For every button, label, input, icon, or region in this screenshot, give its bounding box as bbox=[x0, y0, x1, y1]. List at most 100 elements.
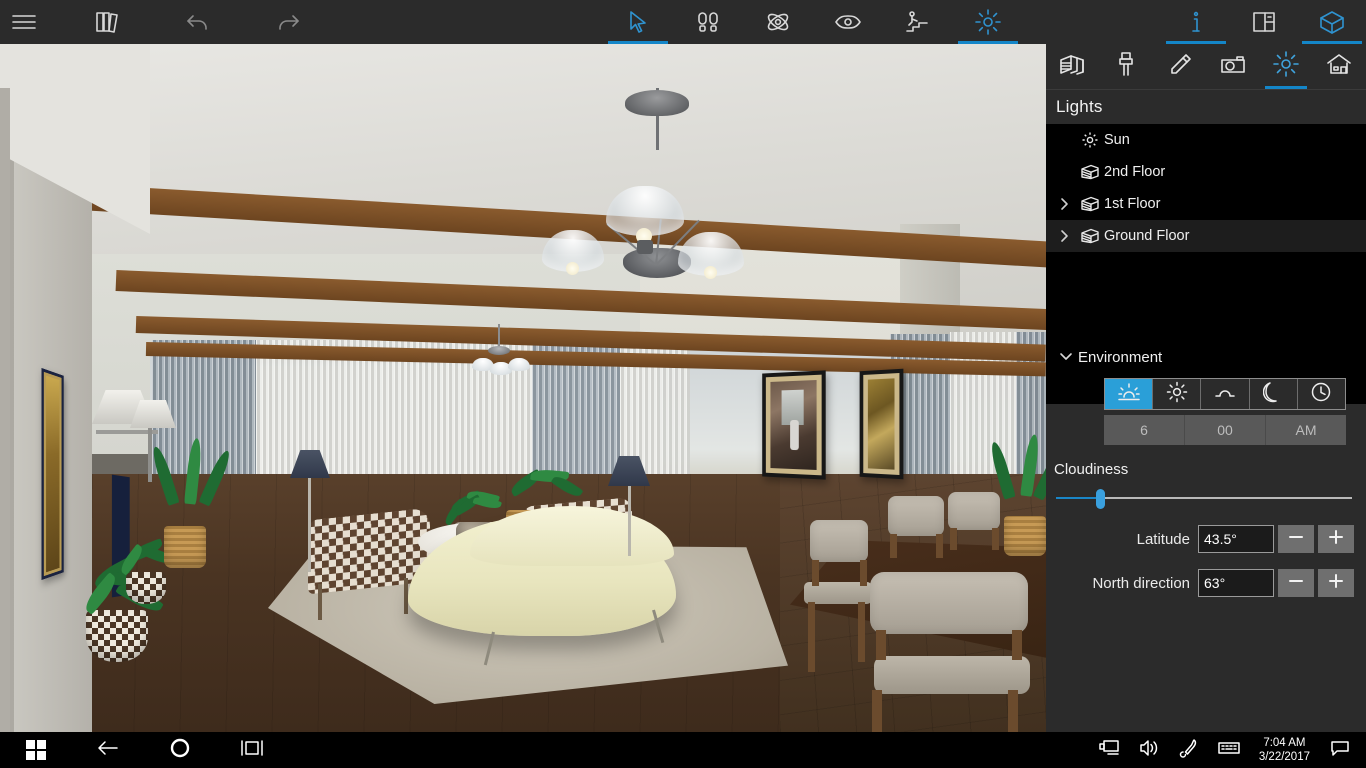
books-icon bbox=[94, 10, 124, 34]
dining-chair-front bbox=[862, 572, 1032, 732]
view-tool-button[interactable] bbox=[814, 0, 882, 44]
speech-bubble-icon bbox=[1329, 738, 1351, 763]
tree-row-1st-floor[interactable]: 1st Floor bbox=[1046, 188, 1366, 220]
latitude-input[interactable]: 43.5° bbox=[1198, 525, 1274, 553]
time-fields: 6 00 AM bbox=[1104, 415, 1346, 445]
cloudiness-slider[interactable] bbox=[1056, 487, 1352, 509]
latitude-decrement-button[interactable] bbox=[1278, 525, 1314, 553]
hamburger-menu-button[interactable] bbox=[0, 0, 48, 44]
undo-button[interactable] bbox=[164, 0, 232, 44]
action-center-button[interactable] bbox=[1320, 732, 1360, 768]
tree-row-2nd-floor[interactable]: 2nd Floor bbox=[1046, 156, 1366, 188]
preset-night-button[interactable] bbox=[1249, 379, 1298, 409]
chandelier-bulb bbox=[704, 266, 717, 279]
tree-row-ground-floor[interactable]: Ground Floor bbox=[1046, 220, 1366, 252]
environment-section: Environment 6 00 AM Cloudiness Latitude … bbox=[1046, 334, 1366, 597]
undo-icon bbox=[184, 11, 212, 33]
taskbar-tray: 7:04 AM 3/22/2017 bbox=[1089, 732, 1366, 768]
footprints-icon bbox=[695, 10, 721, 34]
latitude-increment-button[interactable] bbox=[1318, 525, 1354, 553]
start-button[interactable] bbox=[0, 732, 72, 768]
chevron-right-icon[interactable] bbox=[1054, 228, 1076, 244]
display-tray-icon[interactable] bbox=[1089, 732, 1129, 768]
time-meridiem-field[interactable]: AM bbox=[1266, 415, 1346, 445]
chandelier-canopy bbox=[625, 90, 689, 116]
3d-view-button[interactable] bbox=[1298, 0, 1366, 44]
lights-tree: Sun 2nd Floor 1st Floor Ground Floor bbox=[1046, 124, 1366, 404]
north-direction-increment-button[interactable] bbox=[1318, 569, 1354, 597]
stairs-tool-button[interactable] bbox=[884, 0, 952, 44]
potted-plant bbox=[126, 572, 166, 604]
toolbar-right-group bbox=[1126, 0, 1366, 44]
clock-date: 3/22/2017 bbox=[1258, 751, 1310, 763]
tab-draw[interactable] bbox=[1153, 44, 1206, 89]
tab-camera[interactable] bbox=[1206, 44, 1259, 89]
tree-row-label: Sun bbox=[1104, 132, 1130, 148]
environment-section-header[interactable]: Environment bbox=[1046, 342, 1366, 372]
wall-icon bbox=[1058, 52, 1088, 81]
eye-icon bbox=[834, 12, 862, 32]
application-window: Lights Sun 2nd Floor 1st Floor Ground Fl… bbox=[0, 0, 1366, 768]
monitor-icon bbox=[1098, 738, 1120, 763]
floor-slab-icon bbox=[1076, 195, 1104, 213]
pen-tray-icon[interactable] bbox=[1169, 732, 1209, 768]
person-stairs-icon bbox=[905, 10, 931, 34]
minus-icon bbox=[1287, 572, 1305, 595]
chandelier bbox=[542, 88, 744, 298]
sun-icon bbox=[1166, 381, 1188, 408]
3d-viewport[interactable] bbox=[0, 44, 1046, 732]
preset-sunrise-button[interactable] bbox=[1105, 379, 1154, 409]
select-tool-button[interactable] bbox=[604, 0, 672, 44]
latitude-row: Latitude 43.5° bbox=[1046, 525, 1366, 553]
brush-icon bbox=[1114, 51, 1138, 82]
sun-icon bbox=[975, 9, 1001, 35]
volume-tray-icon[interactable] bbox=[1129, 732, 1169, 768]
preset-sunset-button[interactable] bbox=[1201, 379, 1250, 409]
tab-lights[interactable] bbox=[1259, 44, 1312, 89]
preset-custom-time-button[interactable] bbox=[1297, 379, 1346, 409]
framed-wall-art bbox=[762, 370, 826, 480]
tab-project[interactable] bbox=[1313, 44, 1366, 89]
redo-button[interactable] bbox=[254, 0, 322, 44]
cortana-button[interactable] bbox=[144, 732, 216, 768]
potted-palm bbox=[1004, 516, 1046, 556]
tab-build[interactable] bbox=[1046, 44, 1099, 89]
task-view-button[interactable] bbox=[216, 732, 288, 768]
sunrise-icon bbox=[1117, 382, 1141, 407]
info-icon bbox=[1188, 9, 1204, 35]
light-tool-button[interactable] bbox=[954, 0, 1022, 44]
preset-noon-button[interactable] bbox=[1153, 379, 1202, 409]
tree-row-sun[interactable]: Sun bbox=[1046, 124, 1366, 156]
chandelier-shade bbox=[508, 358, 530, 371]
taskbar-clock[interactable]: 7:04 AM 3/22/2017 bbox=[1249, 736, 1320, 764]
orbit-tool-button[interactable] bbox=[744, 0, 812, 44]
redo-icon bbox=[274, 11, 302, 33]
menu-icon bbox=[11, 13, 37, 31]
chevron-right-icon[interactable] bbox=[1054, 196, 1076, 212]
floorplan-view-button[interactable] bbox=[1230, 0, 1298, 44]
back-button[interactable] bbox=[72, 732, 144, 768]
floor-lamp-pole bbox=[308, 462, 311, 572]
potted-palm bbox=[164, 526, 206, 568]
keyboard-tray-icon[interactable] bbox=[1209, 732, 1249, 768]
top-toolbar bbox=[0, 0, 1366, 44]
panel-tab-strip bbox=[1046, 44, 1366, 90]
info-button[interactable] bbox=[1162, 0, 1230, 44]
time-hour-field[interactable]: 6 bbox=[1104, 415, 1185, 445]
toolbar-center-group bbox=[500, 0, 1126, 44]
slider-thumb[interactable] bbox=[1096, 489, 1106, 509]
environment-preset-group bbox=[1104, 378, 1346, 410]
right-side-panel: Lights Sun 2nd Floor 1st Floor Ground Fl… bbox=[1046, 44, 1366, 732]
camera-icon bbox=[1219, 53, 1247, 80]
keyboard-icon bbox=[1217, 740, 1241, 761]
framed-wall-art bbox=[41, 367, 64, 581]
north-direction-decrement-button[interactable] bbox=[1278, 569, 1314, 597]
catalog-button[interactable] bbox=[82, 0, 136, 44]
walk-tool-button[interactable] bbox=[674, 0, 742, 44]
tab-paint[interactable] bbox=[1099, 44, 1152, 89]
time-minute-field[interactable]: 00 bbox=[1185, 415, 1266, 445]
north-direction-input[interactable]: 63° bbox=[1198, 569, 1274, 597]
windows-taskbar: 7:04 AM 3/22/2017 bbox=[0, 732, 1366, 768]
north-direction-row: North direction 63° bbox=[1046, 569, 1366, 597]
minus-icon bbox=[1287, 528, 1305, 551]
